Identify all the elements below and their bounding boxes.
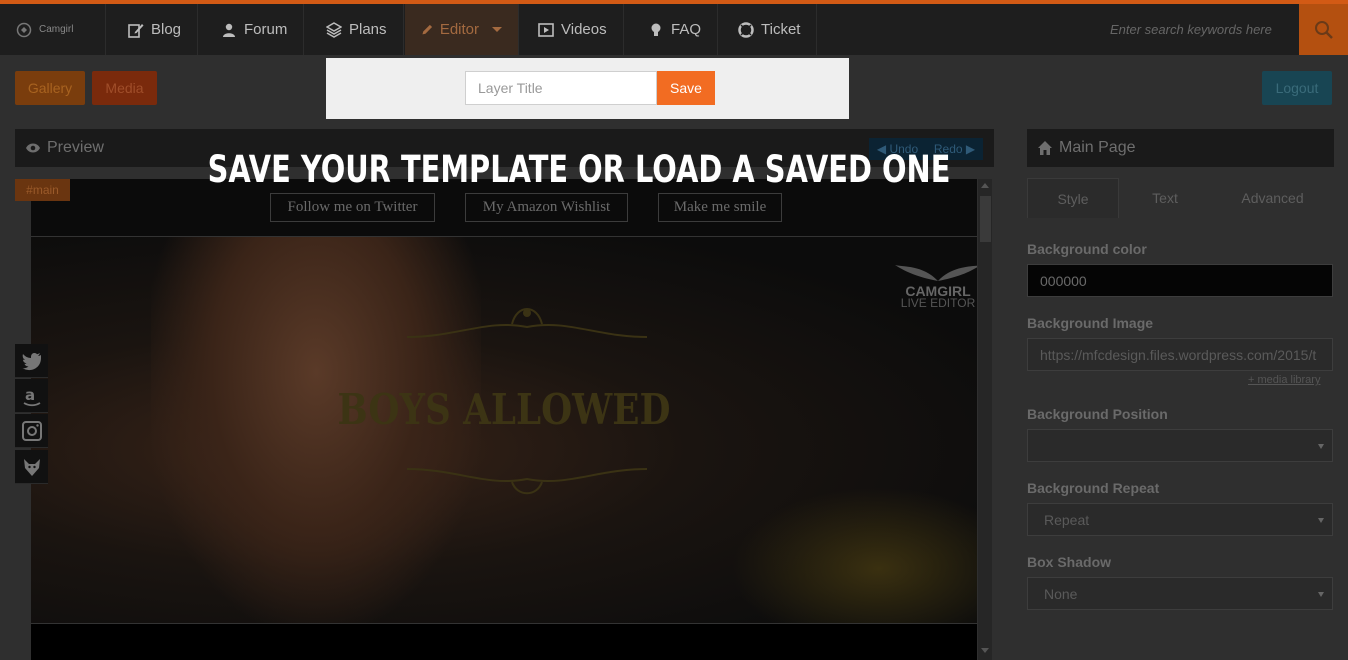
background-image-field[interactable]: https://mfcdesign.files.wordpress.com/20… xyxy=(1027,338,1333,371)
logo-line2: LIVE EDITOR xyxy=(900,296,976,310)
nav-label-forum: Forum xyxy=(244,21,288,38)
background-image-value: https://mfcdesign.files.wordpress.com/20… xyxy=(1040,346,1317,363)
amazon-wishlist-link[interactable]: My Amazon Wishlist xyxy=(465,193,628,222)
search-input[interactable]: Enter search keywords here xyxy=(1100,4,1298,55)
background-image-label: Background Image xyxy=(1027,315,1154,331)
template-bottom-strip xyxy=(31,623,977,660)
home-icon xyxy=(1038,141,1052,155)
layers-icon xyxy=(326,21,342,38)
nav-item-blog[interactable]: Blog xyxy=(112,4,199,55)
box-shadow-label: Box Shadow xyxy=(1027,554,1112,570)
media-library-link[interactable]: + media library xyxy=(1248,374,1320,386)
amazon-icon: a xyxy=(23,386,40,406)
camgirl-live-editor-logo: CAMGIRL LIVE EDITOR xyxy=(893,263,977,309)
main-element-tag[interactable]: #main xyxy=(15,179,70,201)
nav-label-videos: Videos xyxy=(561,21,607,38)
instagram-icon xyxy=(21,420,42,441)
select-arrow-icon xyxy=(1318,518,1324,523)
eye-icon xyxy=(26,143,40,153)
template-canvas[interactable]: Follow me on Twitter My Amazon Wishlist … xyxy=(31,179,977,660)
pencil-icon xyxy=(422,24,433,34)
lightbulb-icon xyxy=(651,23,661,36)
nav-label-ticket: Ticket xyxy=(761,21,801,38)
background-repeat-label: Background Repeat xyxy=(1027,480,1160,496)
style-tabs: Style Text Advanced xyxy=(1027,178,1334,218)
gallery-button[interactable]: Gallery xyxy=(15,71,85,105)
nav-brand-label: Camgirl xyxy=(39,24,74,35)
media-button[interactable]: Media xyxy=(92,71,157,105)
amazon-social-button[interactable]: a xyxy=(15,379,48,413)
background-repeat-value: Repeat xyxy=(1044,511,1090,528)
background-color-field[interactable]: 000000 xyxy=(1027,264,1333,297)
search-placeholder: Enter search keywords here xyxy=(1110,22,1272,37)
nav-item-editor[interactable]: Editor xyxy=(405,4,519,55)
tutorial-overlay-title: SAVE YOUR TEMPLATE OR LOAD A SAVED ONE xyxy=(207,148,951,191)
preview-scroll-thumb[interactable] xyxy=(980,196,991,242)
preview-scrollbar[interactable] xyxy=(978,179,992,660)
tab-style[interactable]: Style xyxy=(1027,178,1119,218)
make-me-smile-link[interactable]: Make me smile xyxy=(658,193,782,222)
box-shadow-select[interactable]: None xyxy=(1027,577,1333,610)
tab-advanced[interactable]: Advanced xyxy=(1211,178,1334,218)
layer-title-input[interactable] xyxy=(465,71,657,105)
lifebuoy-icon xyxy=(738,21,754,38)
main-page-title: Main Page xyxy=(1059,139,1136,156)
nav-label-editor: Editor xyxy=(439,21,479,38)
nav-item-forum[interactable]: Forum xyxy=(205,4,305,55)
camgirl-logo-icon xyxy=(16,22,32,37)
video-icon xyxy=(538,22,554,37)
nav-label-plans: Plans xyxy=(349,21,387,38)
search-button[interactable] xyxy=(1299,4,1348,55)
banner-title: BOYS ALLOWED xyxy=(337,385,671,434)
nav-label-blog: Blog xyxy=(151,21,182,38)
select-arrow-icon xyxy=(1318,592,1324,597)
box-shadow-value: None xyxy=(1044,585,1078,602)
ornament-top-icon xyxy=(406,308,648,338)
nav-item-ticket[interactable]: Ticket xyxy=(722,4,818,55)
nav-item-faq[interactable]: FAQ xyxy=(632,4,719,55)
twitter-icon xyxy=(22,352,41,370)
wolf-icon xyxy=(23,458,40,476)
nav-item-videos[interactable]: Videos xyxy=(522,4,624,55)
scroll-down-arrow-icon[interactable] xyxy=(981,648,989,653)
nav-brand[interactable]: Camgirl xyxy=(0,4,106,55)
save-layer-popup: Save xyxy=(326,58,849,119)
background-position-label: Background Position xyxy=(1027,406,1168,422)
tab-text[interactable]: Text xyxy=(1119,178,1211,218)
twitter-link[interactable]: Follow me on Twitter xyxy=(270,193,435,222)
main-page-header: Main Page xyxy=(1027,129,1334,167)
save-button[interactable]: Save xyxy=(657,71,715,105)
logout-button[interactable]: Logout xyxy=(1262,71,1332,105)
background-position-select[interactable] xyxy=(1027,429,1333,462)
search-icon xyxy=(1314,20,1333,39)
template-banner-image: BOYS ALLOWED CAMGIRL LIVE EDITOR xyxy=(31,237,977,623)
instagram-social-button[interactable] xyxy=(15,414,48,448)
wings-logo-icon xyxy=(895,265,977,281)
nav-label-faq: FAQ xyxy=(671,21,702,38)
select-arrow-icon xyxy=(1318,444,1324,449)
background-repeat-select[interactable]: Repeat xyxy=(1027,503,1333,536)
background-color-label: Background color xyxy=(1027,241,1147,257)
chevron-down-icon xyxy=(492,27,502,32)
banner-sparkle xyxy=(731,487,977,623)
wolf-social-button[interactable] xyxy=(15,450,48,484)
svg-text:a: a xyxy=(25,386,35,404)
users-icon xyxy=(223,23,235,37)
edit-icon xyxy=(128,23,144,38)
twitter-social-button[interactable] xyxy=(15,344,48,378)
background-color-value: 000000 xyxy=(1040,272,1087,289)
preview-title: Preview xyxy=(47,139,104,156)
ornament-bottom-icon xyxy=(406,468,648,495)
nav-item-plans[interactable]: Plans xyxy=(310,4,404,55)
